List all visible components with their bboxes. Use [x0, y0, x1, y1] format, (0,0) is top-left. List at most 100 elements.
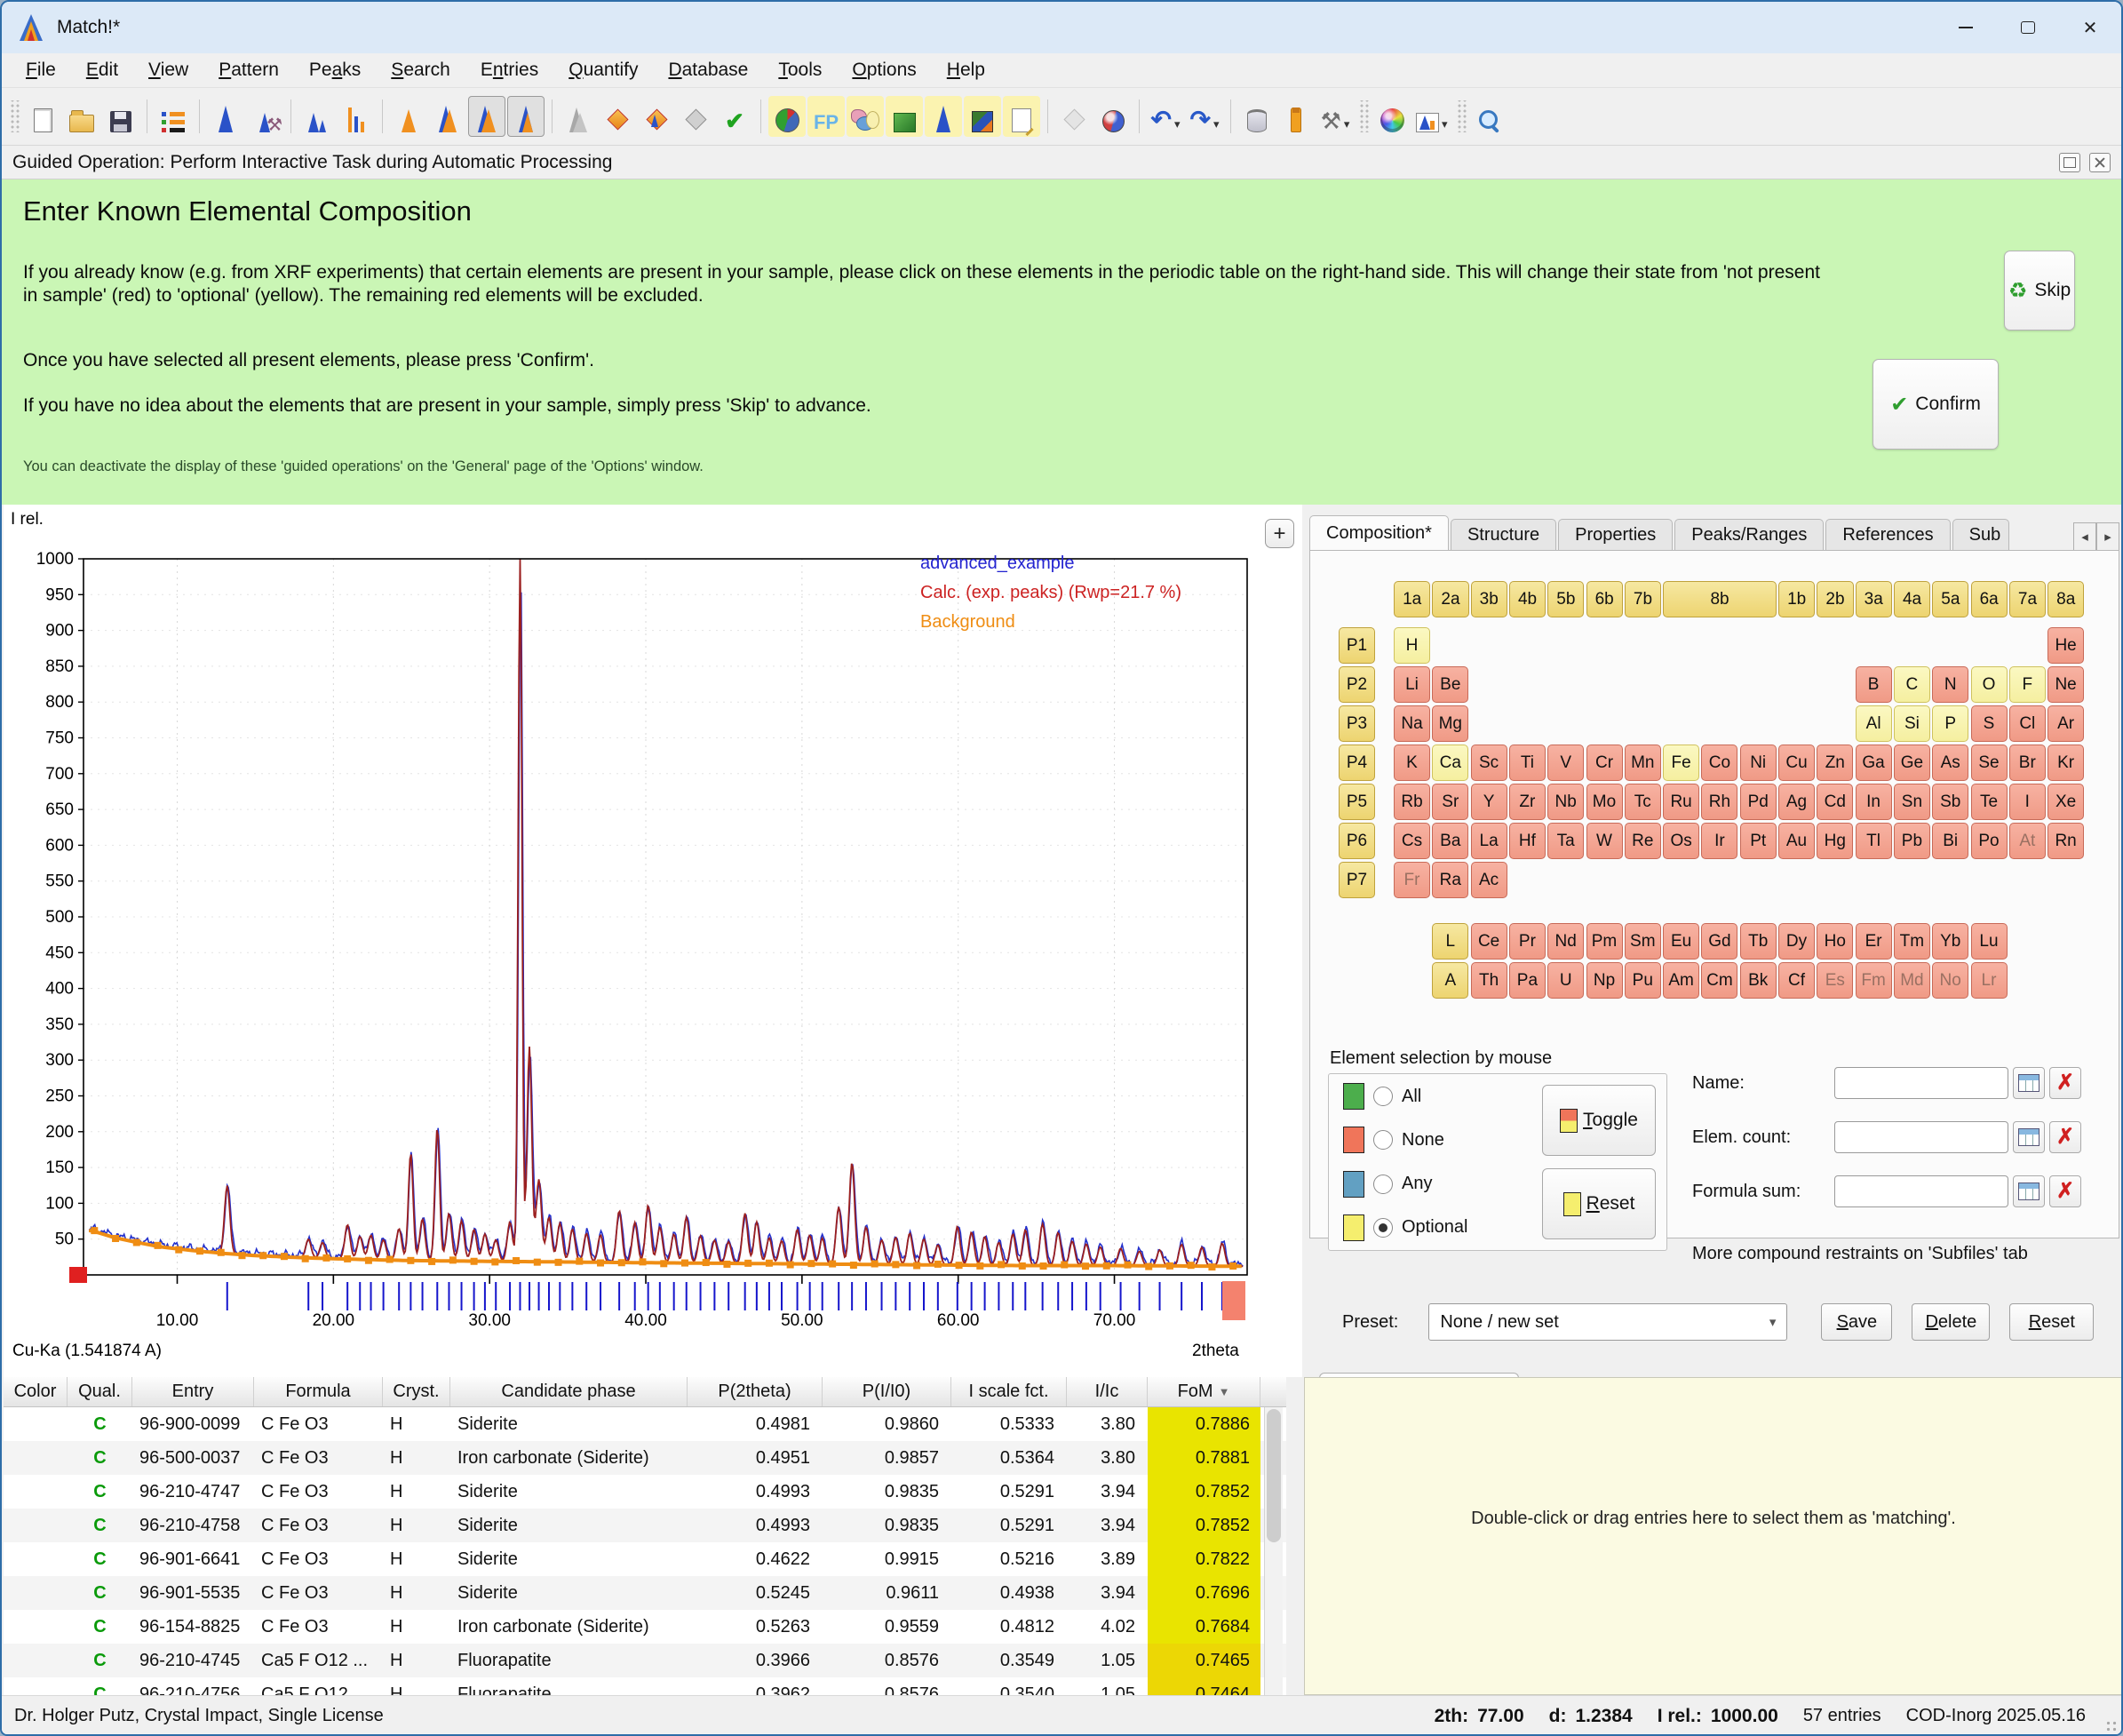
group-header-3b[interactable]: 3b — [1471, 581, 1507, 617]
period-label-p2[interactable]: P2 — [1339, 666, 1375, 703]
column-header-entry[interactable]: Entry — [132, 1377, 254, 1406]
element-Tb[interactable]: Tb — [1740, 923, 1777, 960]
element-Ac[interactable]: Ac — [1471, 862, 1507, 898]
element-Cm[interactable]: Cm — [1701, 962, 1737, 999]
highlighter-icon[interactable] — [1277, 96, 1315, 137]
result-row-96-210-4756[interactable]: C96-210-4756Ca5 F O12 ...HFluorapatite0.… — [4, 1677, 1286, 1695]
candidate-gray-diamond-icon[interactable] — [677, 96, 714, 137]
process-pattern-icon[interactable]: ⚒ — [246, 96, 283, 137]
result-row-96-154-8825[interactable]: C96-154-8825C Fe O3HIron carbonate (Side… — [4, 1610, 1286, 1644]
element-Si[interactable]: Si — [1894, 705, 1930, 742]
element-Cs[interactable]: Cs — [1394, 823, 1430, 859]
menu-tools[interactable]: Tools — [763, 60, 837, 81]
optional-radio[interactable] — [1373, 1218, 1393, 1238]
all-radio[interactable] — [1373, 1087, 1393, 1106]
group-header-5b[interactable]: 5b — [1547, 581, 1584, 617]
peak-search-icon[interactable] — [298, 96, 336, 137]
element-Ca[interactable]: Ca — [1432, 745, 1468, 781]
column-header-qual-[interactable]: Qual. — [68, 1377, 132, 1406]
tab-peaks-ranges[interactable]: Peaks/Ranges — [1674, 519, 1824, 551]
result-row-96-210-4758[interactable]: C96-210-4758C Fe O3HSiderite0.49930.9835… — [4, 1509, 1286, 1542]
element-He[interactable]: He — [2047, 627, 2084, 664]
element-Am[interactable]: Am — [1663, 962, 1699, 999]
element-Be[interactable]: Be — [1432, 666, 1468, 703]
element-Ce[interactable]: Ce — [1471, 923, 1507, 960]
group-header-4b[interactable]: 4b — [1509, 581, 1546, 617]
column-header-candidate-phase[interactable]: Candidate phase — [450, 1377, 688, 1406]
element-Sm[interactable]: Sm — [1625, 923, 1661, 960]
elem-count-field[interactable] — [1834, 1121, 2008, 1153]
pattern-settings-icon[interactable]: ▾ — [1412, 96, 1451, 137]
element-Gd[interactable]: Gd — [1701, 923, 1737, 960]
toolbar-grip[interactable] — [1456, 100, 1467, 132]
period-label-p3[interactable]: P3 — [1339, 705, 1375, 742]
peak-list-icon[interactable] — [338, 96, 375, 137]
element-Pt[interactable]: Pt — [1740, 823, 1777, 859]
element-Co[interactable]: Co — [1701, 745, 1737, 781]
element-Cu[interactable]: Cu — [1778, 745, 1815, 781]
tab-sub[interactable]: Sub — [1952, 519, 2009, 551]
element-Fe[interactable]: Fe — [1663, 745, 1699, 781]
element-B[interactable]: B — [1856, 666, 1892, 703]
element-O[interactable]: O — [1971, 666, 2008, 703]
element-Te[interactable]: Te — [1971, 784, 2008, 820]
element-Po[interactable]: Po — [1971, 823, 2008, 859]
element-Ir[interactable]: Ir — [1701, 823, 1737, 859]
period-label-p6[interactable]: P6 — [1339, 823, 1375, 859]
select-check-icon[interactable]: ✔ — [716, 96, 753, 137]
element-Sn[interactable]: Sn — [1894, 784, 1930, 820]
series-label-l[interactable]: L — [1432, 923, 1468, 960]
element-Cl[interactable]: Cl — [2009, 705, 2046, 742]
element-Np[interactable]: Np — [1586, 962, 1623, 999]
toolbar-grip[interactable] — [9, 100, 20, 132]
element-Ni[interactable]: Ni — [1740, 745, 1777, 781]
element-Pa[interactable]: Pa — [1509, 962, 1546, 999]
delete-preset-button[interactable]: Delete — [1912, 1303, 1990, 1341]
result-row-96-901-5535[interactable]: C96-901-5535C Fe O3HSiderite0.52450.9611… — [4, 1576, 1286, 1610]
element-Au[interactable]: Au — [1778, 823, 1815, 859]
element-V[interactable]: V — [1547, 745, 1584, 781]
selection-option-all[interactable]: All — [1343, 1083, 1539, 1110]
tab-references[interactable]: References — [1825, 519, 1950, 551]
element-As[interactable]: As — [1932, 745, 1968, 781]
column-header-p-i-i0-[interactable]: P(I/I0) — [823, 1377, 951, 1406]
period-label-p5[interactable]: P5 — [1339, 784, 1375, 820]
entries-list-icon[interactable] — [155, 96, 192, 137]
menu-quantify[interactable]: Quantify — [553, 60, 653, 81]
element-Se[interactable]: Se — [1971, 745, 2008, 781]
element-Ba[interactable]: Ba — [1432, 823, 1468, 859]
element-Er[interactable]: Er — [1856, 923, 1892, 960]
element-Ne[interactable]: Ne — [2047, 666, 2084, 703]
tab-composition-[interactable]: Composition* — [1309, 515, 1449, 551]
phases-shapes-icon[interactable] — [847, 96, 884, 137]
menu-help[interactable]: Help — [932, 60, 1000, 81]
reset-preset-button[interactable]: Reset — [2009, 1303, 2094, 1341]
menu-entries[interactable]: Entries — [465, 60, 553, 81]
element-Al[interactable]: Al — [1856, 705, 1892, 742]
element-Lr[interactable]: Lr — [1971, 962, 2008, 999]
element-Hg[interactable]: Hg — [1817, 823, 1853, 859]
group-header-6a[interactable]: 6a — [1971, 581, 2008, 617]
name-field-clear-icon[interactable]: ✗ — [2049, 1067, 2081, 1099]
element-Os[interactable]: Os — [1663, 823, 1699, 859]
element-Rb[interactable]: Rb — [1394, 784, 1430, 820]
column-header-p-2theta-[interactable]: P(2theta) — [688, 1377, 823, 1406]
element-Mg[interactable]: Mg — [1432, 705, 1468, 742]
element-Hf[interactable]: Hf — [1509, 823, 1546, 859]
column-header-color[interactable]: Color — [4, 1377, 68, 1406]
group-header-1b[interactable]: 1b — [1778, 581, 1815, 617]
element-Pr[interactable]: Pr — [1509, 923, 1546, 960]
group-header-1a[interactable]: 1a — [1394, 581, 1430, 617]
formula-sum-field-select-icon[interactable] — [2013, 1175, 2045, 1207]
redo-icon[interactable]: ↷▾ — [1186, 96, 1223, 137]
element-Nd[interactable]: Nd — [1547, 923, 1584, 960]
element-Br[interactable]: Br — [2009, 745, 2046, 781]
element-Cd[interactable]: Cd — [1817, 784, 1853, 820]
element-Fm[interactable]: Fm — [1856, 962, 1892, 999]
element-Ti[interactable]: Ti — [1509, 745, 1546, 781]
menu-file[interactable]: File — [11, 60, 71, 81]
unit-cell-icon[interactable] — [886, 96, 923, 137]
preset-dropdown[interactable]: None / new set ▾ — [1428, 1303, 1787, 1341]
element-Bi[interactable]: Bi — [1932, 823, 1968, 859]
element-Dy[interactable]: Dy — [1778, 923, 1815, 960]
